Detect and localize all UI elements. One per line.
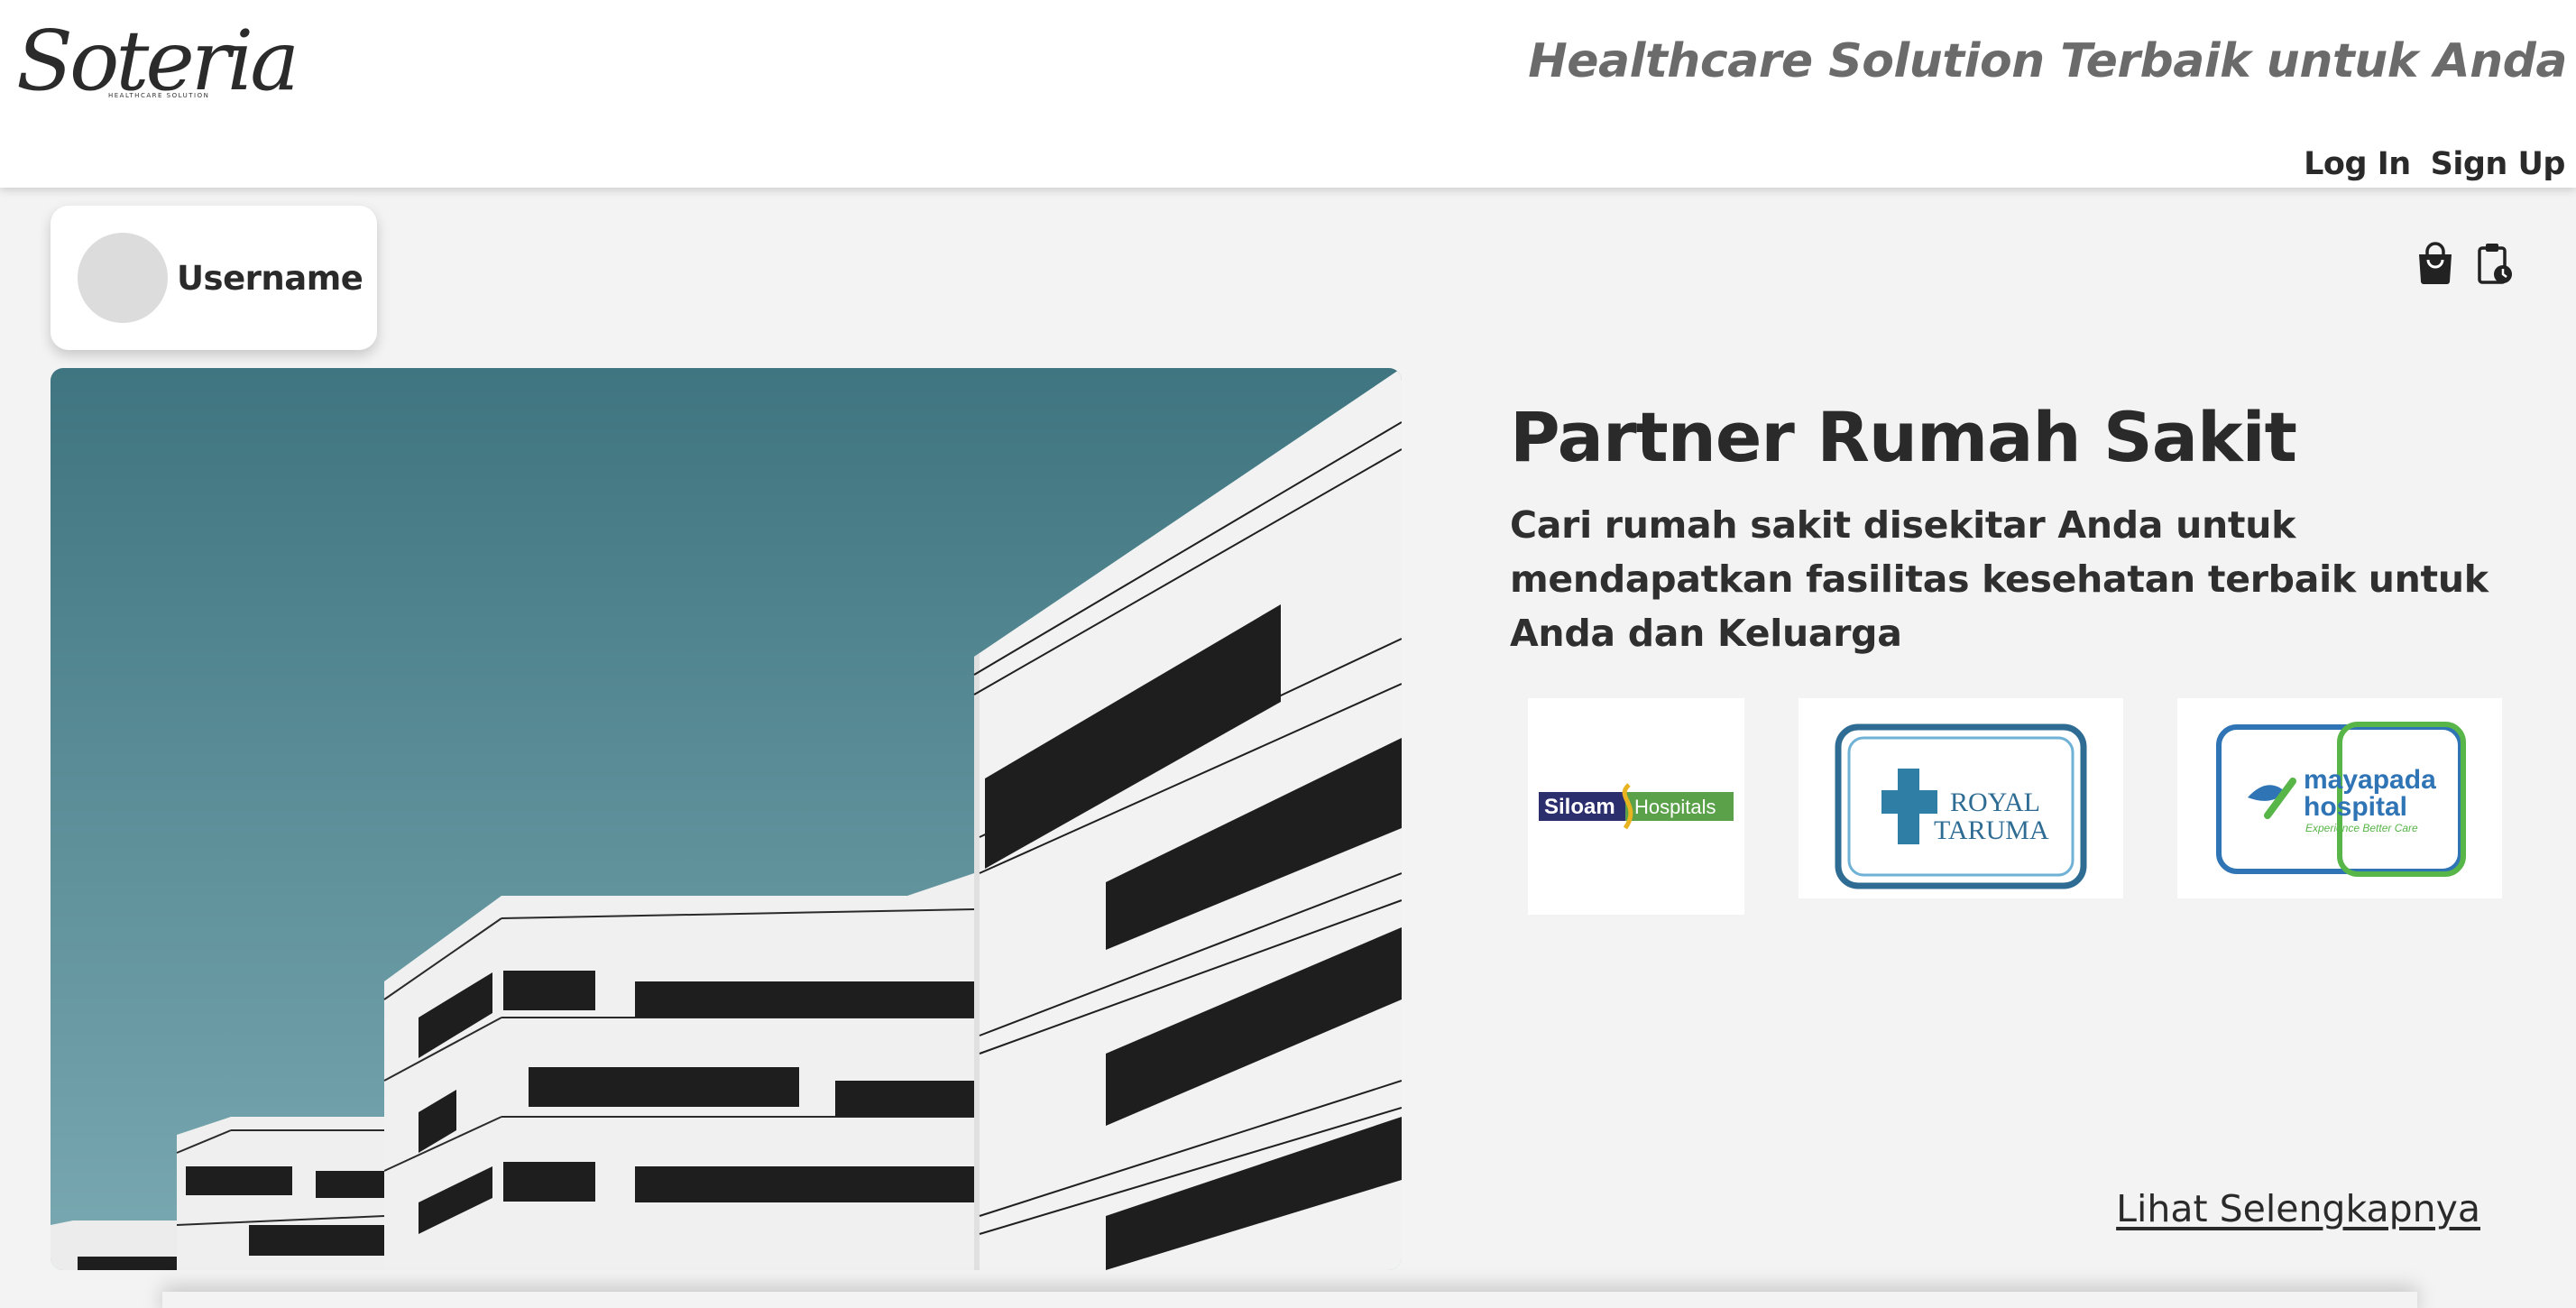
partner-logo-mayapada[interactable]: mayapada hospital Experience Better Care <box>2177 698 2502 898</box>
logo-subtext: HEALTHCARE SOLUTION <box>108 92 210 99</box>
siloam-name2: Hospitals <box>1634 796 1716 818</box>
partner-logo-siloam[interactable]: Siloam Hospitals <box>1528 698 1744 915</box>
signup-link[interactable]: Sign Up <box>2431 146 2566 182</box>
mayapada-tagline: Experience Better Care <box>2305 822 2418 834</box>
hero-building-image <box>51 368 1402 1270</box>
section-title: Partner Rumah Sakit <box>1510 397 2297 477</box>
siloam-name: Siloam <box>1544 795 1615 819</box>
user-profile-card[interactable]: Username <box>51 206 377 350</box>
mayapada-name: mayapada <box>2304 765 2436 795</box>
mayapada-name2: hospital <box>2304 792 2407 822</box>
see-more-link[interactable]: Lihat Selengkapnya <box>2116 1187 2480 1230</box>
header-tagline: Healthcare Solution Terbaik untuk Anda <box>1528 34 2567 88</box>
clipboard-clock-icon[interactable] <box>2477 242 2513 285</box>
login-link[interactable]: Log In <box>2304 146 2411 182</box>
shopping-bag-icon[interactable] <box>2415 242 2455 285</box>
avatar <box>78 233 168 323</box>
royal-name: ROYAL <box>1950 788 2040 817</box>
taruma-name: TARUMA <box>1934 815 2049 845</box>
auth-links: Log In Sign Up <box>2304 146 2565 182</box>
section-description: Cari rumah sakit disekitar Anda untuk me… <box>1510 503 2489 655</box>
username-label: Username <box>177 258 363 298</box>
soteria-logo[interactable]: Soteria HEALTHCARE SOLUTION <box>16 13 299 135</box>
site-header: Soteria HEALTHCARE SOLUTION Healthcare S… <box>0 0 2576 188</box>
partner-logo-royal-taruma[interactable]: ROYAL TARUMA <box>1799 698 2123 898</box>
bottom-divider <box>162 1292 2417 1308</box>
